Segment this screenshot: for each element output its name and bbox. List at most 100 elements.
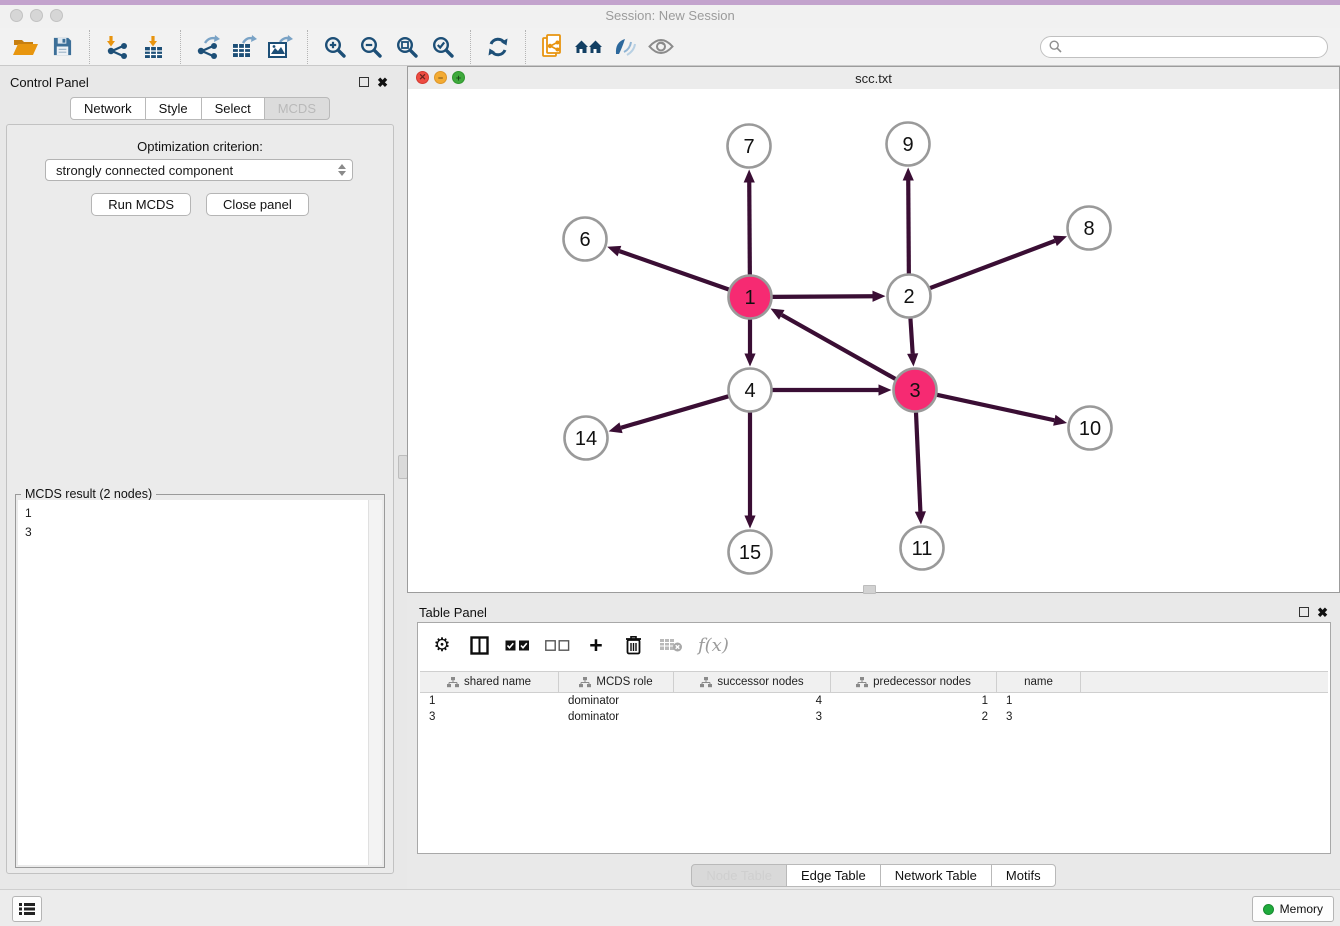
- refresh-button[interactable]: [480, 31, 516, 63]
- table-cell-predecessor-nodes[interactable]: 1: [831, 695, 997, 707]
- graph-edge-1-7[interactable]: [749, 182, 750, 274]
- import-table-button[interactable]: [135, 31, 171, 63]
- graph-edge-1-2[interactable]: [772, 296, 872, 297]
- graph-edge-arrowhead: [907, 353, 918, 366]
- zoom-selected-button[interactable]: [425, 31, 461, 63]
- network-canvas[interactable]: 1234678910111415: [408, 89, 1339, 592]
- graph-edge-1-6[interactable]: [619, 251, 728, 289]
- zoom-fit-button[interactable]: [389, 31, 425, 63]
- task-history-button[interactable]: [12, 896, 42, 922]
- result-scrollbar[interactable]: [368, 500, 382, 865]
- graph-edge-3-1[interactable]: [782, 315, 896, 379]
- graph-edge-arrowhead: [607, 246, 621, 257]
- mcds-tab-content: Optimization criterion: strongly connect…: [6, 124, 394, 874]
- network-window-titlebar[interactable]: ✕ − + scc.txt: [408, 67, 1339, 90]
- toolbar-separator: [180, 30, 181, 64]
- tab-network[interactable]: Network: [70, 97, 146, 120]
- tab-network-table[interactable]: Network Table: [880, 864, 992, 887]
- network-minimize-button[interactable]: −: [434, 71, 447, 84]
- mcds-result-list[interactable]: 13: [18, 500, 382, 865]
- network-maximize-button[interactable]: +: [452, 71, 465, 84]
- save-session-button[interactable]: [44, 31, 80, 63]
- list-icon: [19, 902, 35, 916]
- delete-column-trash-icon[interactable]: [622, 631, 644, 659]
- table-cell-shared-name[interactable]: 3: [420, 711, 559, 723]
- table-cell-successor-nodes[interactable]: 4: [674, 695, 831, 707]
- tab-select[interactable]: Select: [201, 97, 265, 120]
- node-table-container: ⚙ + f(x) shared nameMCDS rolesuccessor n…: [417, 622, 1331, 854]
- graph-edge-arrowhead: [744, 169, 755, 182]
- create-column-plus-icon[interactable]: +: [585, 631, 607, 659]
- tab-mcds[interactable]: MCDS: [264, 97, 330, 120]
- network-close-button[interactable]: ✕: [416, 71, 429, 84]
- column-header-MCDS-role[interactable]: MCDS role: [559, 672, 674, 692]
- graph-edge-2-3[interactable]: [910, 318, 912, 353]
- new-network-from-selection-button[interactable]: [535, 31, 571, 63]
- graph-edge-2-8[interactable]: [930, 241, 1055, 288]
- graph-edge-arrowhead: [879, 384, 892, 395]
- network-view-window: ✕ − + scc.txt 1234678910111415: [407, 66, 1340, 593]
- column-header-label: MCDS role: [596, 676, 652, 688]
- import-table-icon: [141, 35, 165, 59]
- application-window: Session: New Session: [0, 0, 1340, 926]
- column-header-predecessor-nodes[interactable]: predecessor nodes: [831, 672, 997, 692]
- zoom-out-button[interactable]: [353, 31, 389, 63]
- network-window-traffic-lights[interactable]: ✕ − +: [416, 71, 465, 84]
- paint-swoosh-icon: [612, 36, 638, 58]
- tab-style[interactable]: Style: [145, 97, 202, 120]
- close-table-panel-icon[interactable]: ✖: [1317, 606, 1328, 619]
- toolbar-search-field[interactable]: [1040, 36, 1328, 58]
- export-network-button[interactable]: [190, 31, 226, 63]
- criterion-dropdown[interactable]: strongly connected component: [45, 159, 353, 181]
- graph-edge-arrowhead: [744, 516, 755, 529]
- horizontal-splitter-handle[interactable]: [863, 585, 876, 594]
- split-table-view-icon[interactable]: [468, 631, 490, 659]
- table-cell-shared-name[interactable]: 1: [420, 695, 559, 707]
- column-header-successor-nodes[interactable]: successor nodes: [674, 672, 831, 692]
- open-session-button[interactable]: [8, 31, 44, 63]
- table-settings-gear-icon[interactable]: ⚙: [431, 631, 453, 659]
- network-overview-button[interactable]: [571, 31, 607, 63]
- table-row[interactable]: 3dominator323: [420, 709, 1328, 725]
- table-panel-title: Table Panel: [419, 605, 1299, 620]
- table-cell-predecessor-nodes[interactable]: 2: [831, 711, 997, 723]
- export-image-button[interactable]: [262, 31, 298, 63]
- table-cell-successor-nodes[interactable]: 3: [674, 711, 831, 723]
- search-input[interactable]: [1068, 39, 1319, 55]
- export-image-icon: [267, 35, 293, 59]
- zoom-in-icon: [323, 35, 347, 59]
- graph-node-label-8: 8: [1083, 218, 1094, 240]
- deselect-all-columns-icon[interactable]: [545, 631, 570, 659]
- graph-edge-2-9[interactable]: [908, 180, 909, 273]
- table-cell-MCDS-role[interactable]: dominator: [559, 711, 674, 723]
- mcds-result-group: MCDS result (2 nodes) 13: [15, 494, 385, 868]
- export-table-button[interactable]: [226, 31, 262, 63]
- style-visibility-button[interactable]: [607, 31, 643, 63]
- mcds-result-title: MCDS result (2 nodes): [21, 487, 156, 501]
- graph-edge-3-10[interactable]: [937, 395, 1054, 420]
- float-table-panel-icon[interactable]: [1299, 607, 1309, 617]
- zoom-in-button[interactable]: [317, 31, 353, 63]
- mcds-result-node[interactable]: 3: [25, 523, 375, 542]
- table-cell-MCDS-role[interactable]: dominator: [559, 695, 674, 707]
- table-cell-name[interactable]: 3: [997, 711, 1081, 723]
- close-panel-icon[interactable]: ✖: [377, 76, 388, 89]
- graph-edge-3-11[interactable]: [916, 412, 920, 511]
- float-panel-icon[interactable]: [359, 77, 369, 87]
- visibility-eye-button[interactable]: [643, 31, 679, 63]
- tab-node-table[interactable]: Node Table: [691, 864, 787, 887]
- control-panel-tabs: NetworkStyleSelectMCDS: [0, 97, 400, 120]
- column-header-shared-name[interactable]: shared name: [420, 672, 559, 692]
- select-all-columns-icon[interactable]: [505, 631, 530, 659]
- tab-motifs[interactable]: Motifs: [991, 864, 1056, 887]
- mcds-result-node[interactable]: 1: [25, 504, 375, 523]
- table-row[interactable]: 1dominator411: [420, 693, 1328, 709]
- graph-edge-4-14[interactable]: [621, 396, 728, 427]
- run-mcds-button[interactable]: Run MCDS: [91, 193, 191, 216]
- import-network-button[interactable]: [99, 31, 135, 63]
- close-panel-button[interactable]: Close panel: [206, 193, 309, 216]
- memory-button[interactable]: Memory: [1252, 896, 1334, 922]
- column-header-name[interactable]: name: [997, 672, 1081, 692]
- tab-edge-table[interactable]: Edge Table: [786, 864, 881, 887]
- table-cell-name[interactable]: 1: [997, 695, 1081, 707]
